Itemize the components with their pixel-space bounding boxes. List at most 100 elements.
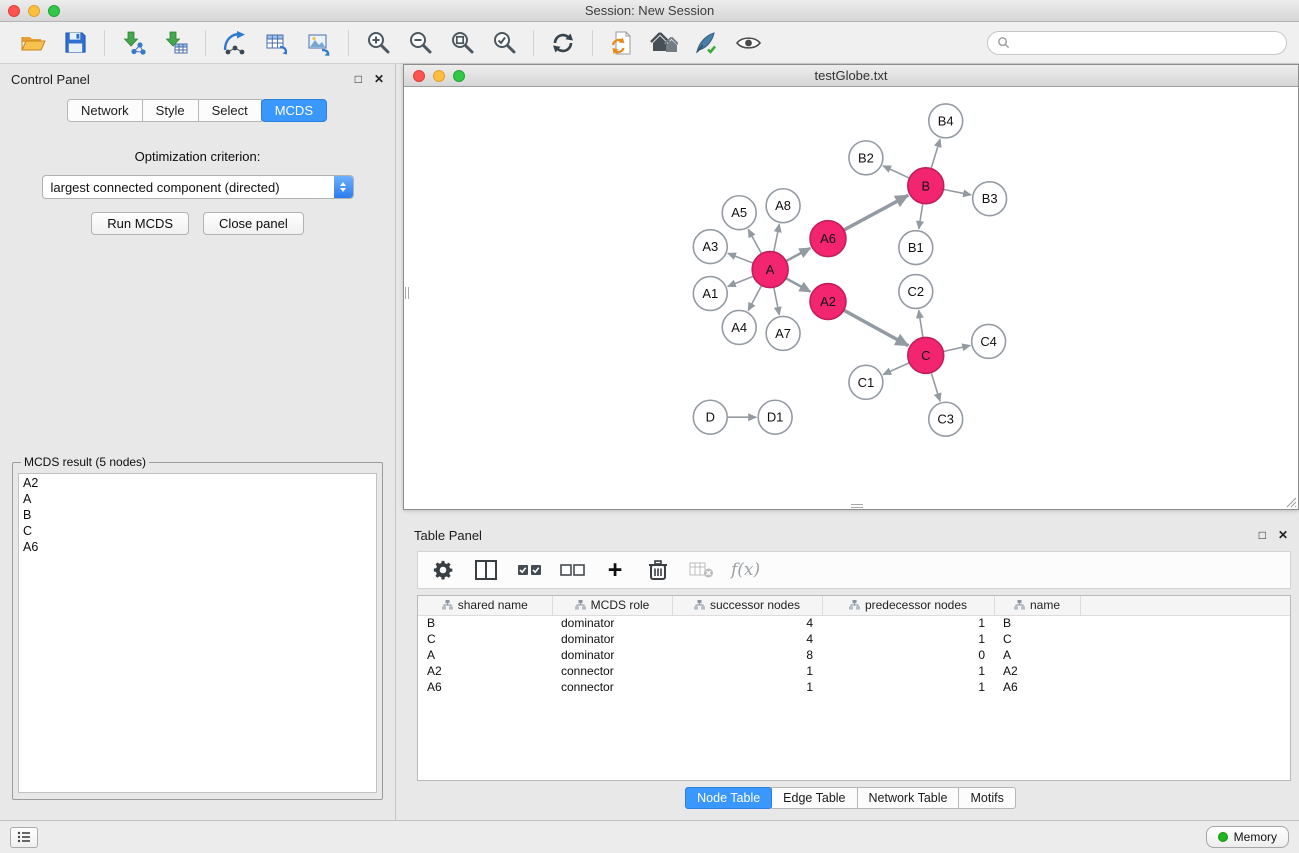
graph-node-A4[interactable]: A4 [722,310,756,344]
table-settings-button[interactable] [430,555,456,585]
tab-motifs[interactable]: Motifs [958,787,1015,809]
show-panels-button[interactable] [10,827,38,848]
delete-column-button[interactable] [645,555,671,585]
close-panel-button[interactable]: Close panel [203,212,304,235]
close-network-button[interactable] [413,70,425,82]
mcds-result-list[interactable]: A2ABCA6 [18,473,377,793]
graph-node-A2[interactable]: A2 [810,284,846,320]
tab-style[interactable]: Style [142,99,199,122]
column-header-predecessor-nodes[interactable]: predecessor nodes [822,596,994,615]
tab-node-table[interactable]: Node Table [685,787,772,809]
graph-node-C1[interactable]: C1 [849,365,883,399]
result-item-a[interactable]: A [23,491,372,507]
graph-edge-C-C1[interactable] [883,363,909,375]
result-item-a6[interactable]: A6 [23,539,372,555]
graph-node-C[interactable]: C [908,337,944,373]
column-header-mcds-role[interactable]: MCDS role [552,596,672,615]
zoom-fit-content-button[interactable] [443,25,481,61]
result-item-a2[interactable]: A2 [23,475,372,491]
tab-edge-table[interactable]: Edge Table [771,787,857,809]
add-column-button[interactable]: + [602,555,628,585]
search-field[interactable] [987,31,1287,55]
zoom-out-button[interactable] [401,25,439,61]
delete-table-button-disabled[interactable] [688,555,714,585]
graph-node-A6[interactable]: A6 [810,221,846,257]
column-header-name[interactable]: name [994,596,1080,615]
graph-node-A5[interactable]: A5 [722,196,756,230]
graph-edge-A-A4[interactable] [748,285,761,310]
graph-node-B1[interactable]: B1 [899,231,933,265]
graph-node-A8[interactable]: A8 [766,189,800,223]
home-first-neighbors-button[interactable] [645,25,683,61]
left-grip-icon[interactable] [405,287,409,299]
search-input[interactable] [1015,36,1277,50]
graph-node-B3[interactable]: B3 [973,182,1007,216]
graph-node-B4[interactable]: B4 [929,104,963,138]
minimize-window-button[interactable] [28,5,40,17]
close-window-button[interactable] [8,5,20,17]
zoom-network-button[interactable] [453,70,465,82]
graph-edge-B-B1[interactable] [919,204,923,229]
graph-edge-A-A2[interactable] [786,278,811,292]
table-row-a2[interactable]: A2connector11A2 [418,663,1290,679]
show-columns-button[interactable] [473,555,499,585]
apply-style-button[interactable] [687,25,725,61]
run-mcds-button[interactable]: Run MCDS [91,212,189,235]
tab-network-table[interactable]: Network Table [857,787,960,809]
import-network-from-file-button[interactable] [115,25,153,61]
open-file-button[interactable] [14,25,52,61]
zoom-selected-button[interactable] [485,25,523,61]
select-all-columns-button[interactable] [516,555,542,585]
function-builder-button[interactable]: f(x) [731,555,760,585]
graph-node-C3[interactable]: C3 [929,402,963,436]
close-table-panel-icon[interactable]: ✕ [1278,529,1288,541]
memory-button[interactable]: Memory [1206,826,1289,848]
save-session-button[interactable] [56,25,94,61]
unselect-all-columns-button[interactable] [559,555,585,585]
show-hide-button[interactable] [729,25,767,61]
graph-edge-B-B2[interactable] [883,166,909,178]
column-header-shared-name[interactable]: shared name [418,596,552,615]
graph-edge-C-C4[interactable] [943,345,970,351]
graph-edge-A-A1[interactable] [728,276,754,286]
graph-node-C4[interactable]: C4 [972,324,1006,358]
zoom-window-button[interactable] [48,5,60,17]
network-canvas[interactable]: B4B2BB3A5A8A6B1A3AC2A1A2A4A7C4CC1C3DD1 [404,87,1298,509]
resize-corner-icon[interactable] [1286,497,1297,508]
table-row-a6[interactable]: A6connector11A6 [418,679,1290,695]
graph-node-A1[interactable]: A1 [693,277,727,311]
result-item-c[interactable]: C [23,523,372,539]
graph-edge-B-B3[interactable] [943,189,971,195]
manage-networks-button[interactable] [603,25,641,61]
table-row-a[interactable]: Adominator80A [418,647,1290,663]
float-panel-icon[interactable]: □ [355,73,362,85]
graph-edge-A6-B[interactable] [844,195,908,230]
tab-mcds[interactable]: MCDS [261,99,327,122]
new-table-button[interactable] [258,25,296,61]
graph-node-B[interactable]: B [908,168,944,204]
bottom-grip-icon[interactable] [851,504,863,508]
graph-edge-A-A6[interactable] [786,248,810,261]
float-table-panel-icon[interactable]: □ [1259,529,1266,541]
graph-edge-A2-C[interactable] [844,310,909,346]
graph-node-D1[interactable]: D1 [758,400,792,434]
graph-edge-C-C3[interactable] [931,373,940,402]
graph-edge-A-A7[interactable] [774,287,780,315]
graph-node-A7[interactable]: A7 [766,316,800,350]
minimize-network-button[interactable] [433,70,445,82]
table-row-c[interactable]: Cdominator41C [418,631,1290,647]
export-image-button[interactable] [300,25,338,61]
criterion-dropdown[interactable]: largest connected component (directed) [42,175,354,199]
graph-edge-A-A8[interactable] [774,224,780,252]
tab-network[interactable]: Network [67,99,143,122]
graph-node-B2[interactable]: B2 [849,141,883,175]
table-row-b[interactable]: Bdominator41B [418,615,1290,631]
graph-node-C2[interactable]: C2 [899,275,933,309]
refresh-view-button[interactable] [544,25,582,61]
result-item-b[interactable]: B [23,507,372,523]
new-network-button[interactable] [216,25,254,61]
graph-edge-A-A5[interactable] [748,229,761,253]
close-panel-icon[interactable]: ✕ [374,73,384,85]
graph-edge-A-A3[interactable] [728,253,753,263]
graph-edge-B-B4[interactable] [931,139,940,169]
